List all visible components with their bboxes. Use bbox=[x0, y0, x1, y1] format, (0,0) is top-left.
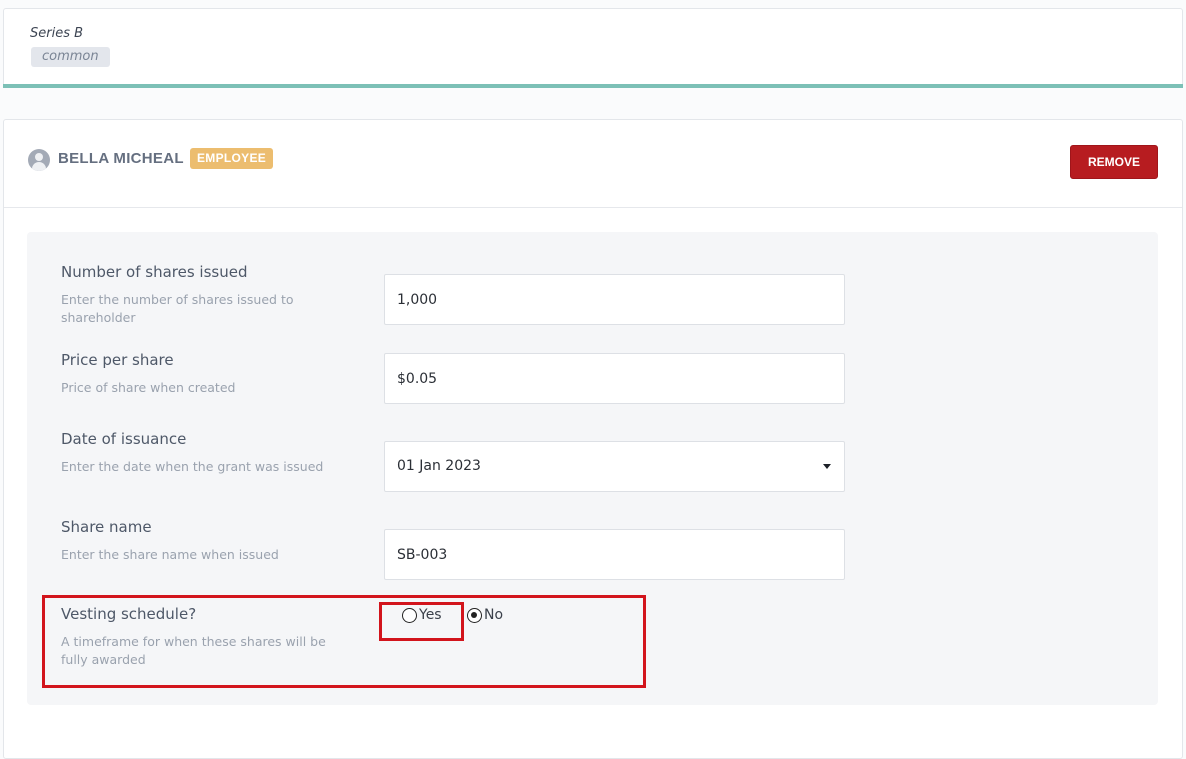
grant-form: Number of shares issued Enter the number… bbox=[27, 232, 1158, 705]
role-badge: EMPLOYEE bbox=[190, 148, 274, 169]
price-per-share-input[interactable] bbox=[384, 353, 845, 404]
shareholder-name: BELLA MICHEAL bbox=[58, 150, 184, 167]
price-per-share-label: Price per share bbox=[61, 351, 174, 369]
vesting-yes-label: Yes bbox=[419, 607, 442, 623]
user-avatar-icon bbox=[28, 149, 50, 171]
share-name-input[interactable] bbox=[384, 529, 845, 580]
remove-button[interactable]: REMOVE bbox=[1070, 145, 1158, 179]
vesting-schedule-help: A timeframe for when these shares will b… bbox=[61, 634, 326, 667]
date-of-issuance-select[interactable]: 01 Jan 2023 bbox=[384, 441, 845, 492]
date-of-issuance-help: Enter the date when the grant was issued bbox=[61, 459, 324, 474]
series-card: Series B common bbox=[3, 8, 1183, 88]
vesting-yes-radio[interactable]: Yes bbox=[402, 607, 442, 623]
radio-unchecked-icon bbox=[402, 607, 417, 623]
date-of-issuance-value: 01 Jan 2023 bbox=[397, 458, 481, 474]
shares-issued-input[interactable] bbox=[384, 274, 845, 325]
shareholder-header: BELLA MICHEAL EMPLOYEE REMOVE bbox=[4, 120, 1182, 208]
vesting-no-radio[interactable]: No bbox=[467, 607, 503, 623]
radio-checked-icon bbox=[467, 607, 482, 623]
vesting-schedule-label: Vesting schedule? bbox=[61, 605, 197, 623]
vesting-no-label: No bbox=[484, 607, 504, 623]
series-accent-bar bbox=[3, 84, 1183, 88]
shareholder-card: BELLA MICHEAL EMPLOYEE REMOVE Number of … bbox=[3, 119, 1183, 759]
shares-issued-help: Enter the number of shares issued to sha… bbox=[61, 292, 294, 325]
series-tag: common bbox=[31, 47, 110, 67]
series-name: Series B bbox=[30, 26, 84, 41]
share-name-label: Share name bbox=[61, 518, 152, 536]
share-name-help: Enter the share name when issued bbox=[61, 547, 279, 562]
price-per-share-help: Price of share when created bbox=[61, 380, 236, 395]
caret-down-icon bbox=[823, 464, 831, 469]
shares-issued-label: Number of shares issued bbox=[61, 263, 248, 281]
date-of-issuance-label: Date of issuance bbox=[61, 430, 187, 448]
